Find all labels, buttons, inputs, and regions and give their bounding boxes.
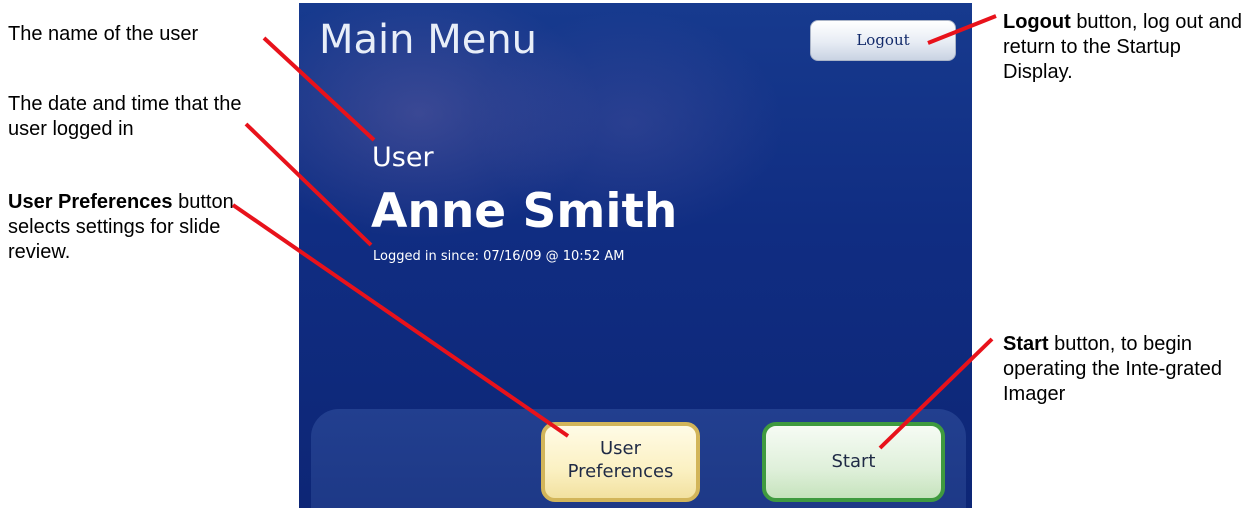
leader-line-user-preferences <box>231 203 570 438</box>
annotation-lines <box>231 14 997 450</box>
leader-line-logout <box>927 14 997 45</box>
leader-line-start <box>878 337 994 450</box>
leader-line-user-name <box>262 36 376 142</box>
